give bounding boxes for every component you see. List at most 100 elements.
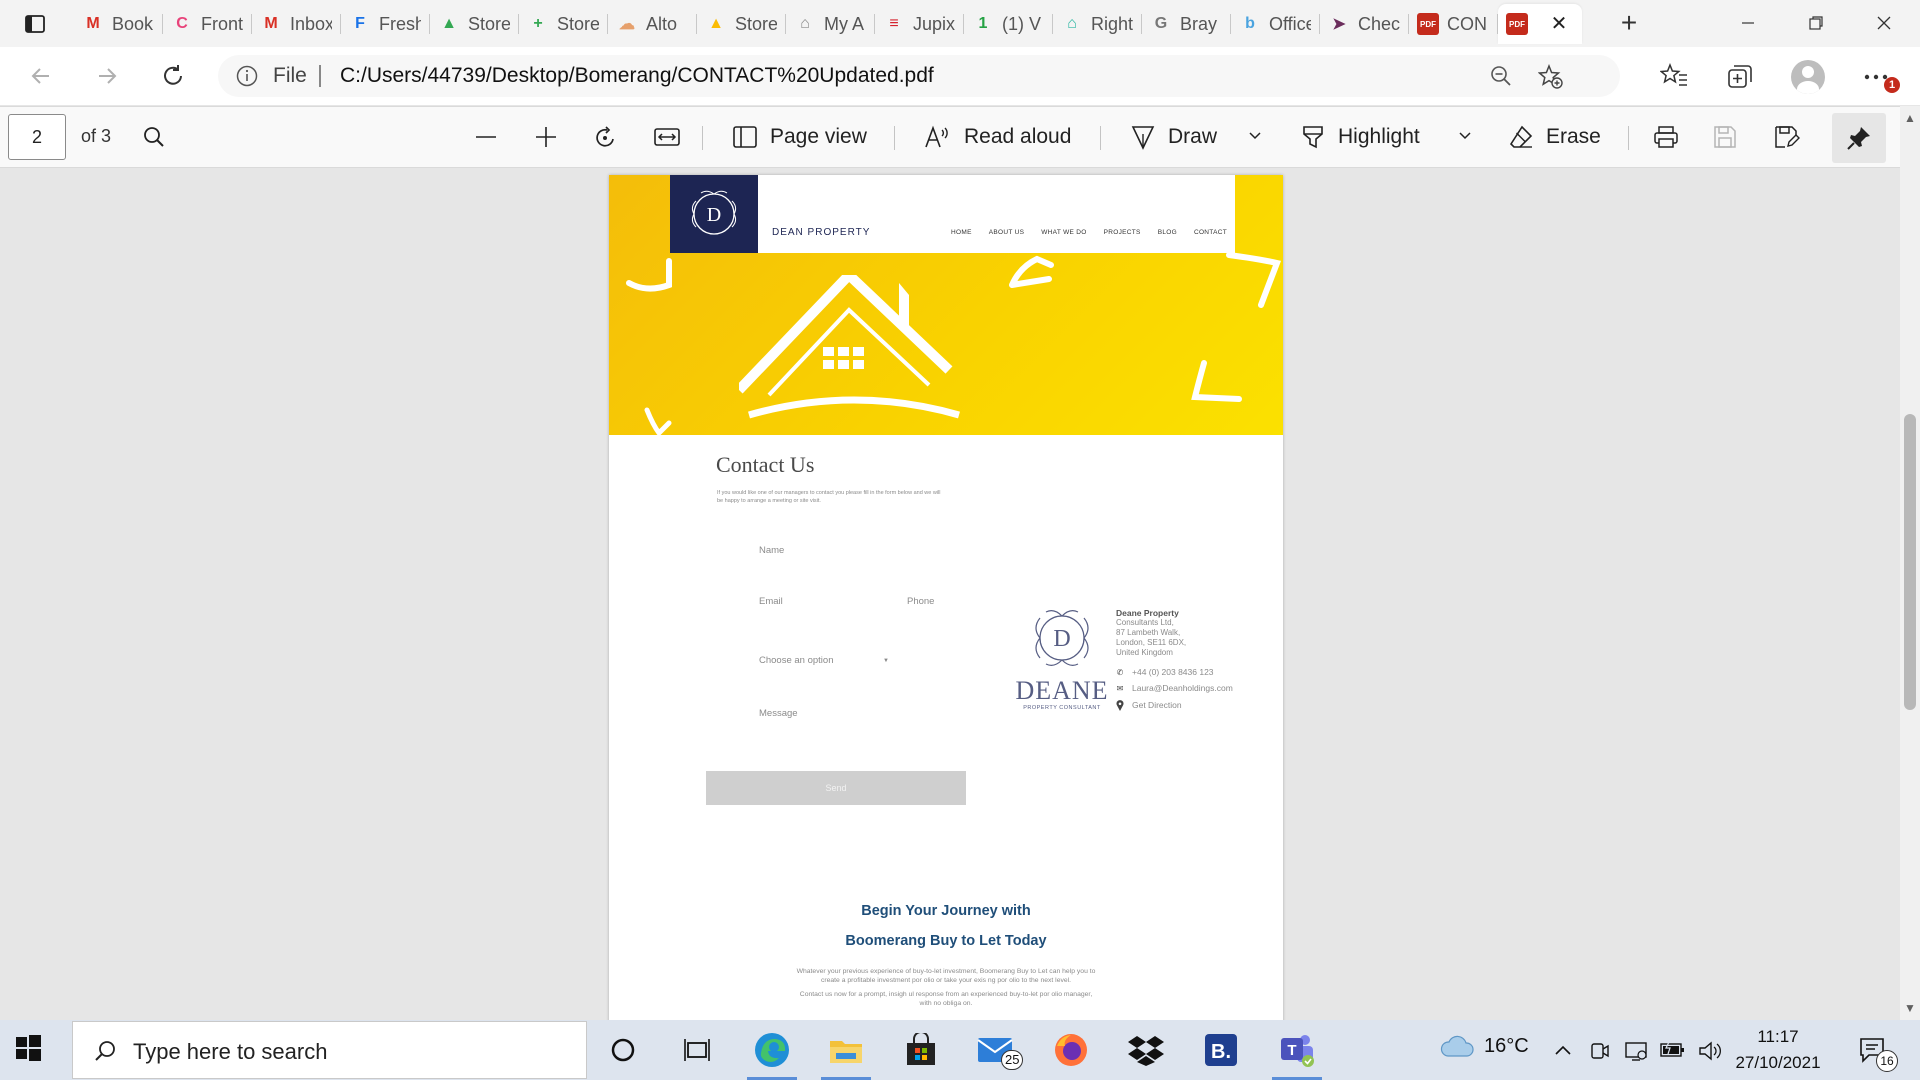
taskbar-dropbox[interactable]: [1109, 1020, 1183, 1080]
site-nav-home[interactable]: HOME: [951, 229, 972, 236]
search-icon[interactable]: [142, 125, 166, 149]
site-logo[interactable]: D: [670, 175, 758, 253]
taskbar-teams[interactable]: T: [1260, 1020, 1334, 1080]
close-tab-icon[interactable]: ✕: [1548, 13, 1570, 35]
site-nav: HOME ABOUT US WHAT WE DO PROJECTS BLOG C…: [951, 229, 1227, 236]
scroll-up-icon[interactable]: ▲: [1904, 112, 1916, 124]
more-menu-icon[interactable]: [1864, 74, 1888, 80]
browser-tab[interactable]: + Store: [519, 4, 608, 44]
site-nav-contact[interactable]: CONTACT: [1194, 229, 1227, 236]
vertical-scrollbar[interactable]: ▲ ▼: [1900, 106, 1920, 1020]
windows-start-icon[interactable]: [14, 1034, 42, 1062]
scroll-down-icon[interactable]: ▼: [1904, 1002, 1916, 1014]
display-sync-icon[interactable]: [1624, 1040, 1648, 1062]
info-icon[interactable]: [236, 65, 258, 87]
browser-tab[interactable]: b Office: [1231, 4, 1320, 44]
rotate-icon[interactable]: [592, 125, 618, 151]
email-field[interactable]: Email: [759, 596, 783, 607]
page-number-input[interactable]: 2: [8, 114, 66, 160]
browser-tab[interactable]: F Fresh: [341, 4, 430, 44]
favorites-icon[interactable]: [1660, 63, 1688, 89]
phone-field[interactable]: Phone: [907, 596, 934, 607]
taskbar-booking[interactable]: B.: [1184, 1020, 1258, 1080]
browser-tab[interactable]: 1 (1) V: [964, 4, 1053, 44]
restore-button[interactable]: [1788, 0, 1844, 46]
browser-tab[interactable]: C Front: [163, 4, 252, 44]
save-icon[interactable]: [1713, 125, 1737, 149]
browser-tab[interactable]: PDF CON: [1409, 4, 1498, 44]
pdf-viewer[interactable]: D DEAN PROPERTY HOME ABOUT US WHAT WE DO…: [0, 169, 1900, 1020]
taskbar-firefox[interactable]: [1034, 1020, 1108, 1080]
taskbar-mail[interactable]: 25: [959, 1020, 1033, 1080]
back-button[interactable]: [22, 57, 60, 95]
read-aloud-button[interactable]: Read aloud: [924, 119, 1071, 155]
site-nav-projects[interactable]: PROJECTS: [1104, 229, 1141, 236]
zoom-out-icon[interactable]: [1490, 65, 1512, 87]
refresh-button[interactable]: [154, 57, 192, 95]
browser-tab[interactable]: ▲ Store: [697, 4, 786, 44]
get-direction-link[interactable]: Get Direction: [1116, 699, 1182, 711]
browser-tab[interactable]: ▲ Store: [430, 4, 519, 44]
taskbar-edge[interactable]: [735, 1020, 809, 1080]
browser-tab[interactable]: ⌂ Right: [1053, 4, 1142, 44]
name-field[interactable]: Name: [759, 545, 784, 556]
system-clock[interactable]: 11:17 27/10/2021: [1728, 1024, 1828, 1076]
browser-tab[interactable]: M Inbox: [252, 4, 341, 44]
taskbar-search[interactable]: Type here to search: [72, 1021, 587, 1079]
volume-icon[interactable]: [1698, 1040, 1724, 1062]
forward-button[interactable]: [88, 57, 126, 95]
company-phone[interactable]: ✆ +44 (0) 203 8436 123: [1116, 666, 1214, 678]
pdf-icon: PDF: [1506, 13, 1528, 35]
scrollbar-thumb[interactable]: [1904, 414, 1916, 710]
pin-toolbar-button[interactable]: [1832, 113, 1886, 163]
meet-now-icon[interactable]: [1590, 1040, 1610, 1062]
collections-icon[interactable]: [1726, 63, 1754, 91]
eraser-icon: [1509, 125, 1533, 148]
option-select[interactable]: Choose an option ▼: [759, 655, 889, 671]
site-nav-about[interactable]: ABOUT US: [989, 229, 1025, 236]
edge-icon: [755, 1033, 789, 1067]
browser-tab[interactable]: ➤ Check: [1320, 4, 1409, 44]
browser-tab[interactable]: ⌂ My A: [786, 4, 875, 44]
tab-actions-button[interactable]: [14, 8, 56, 40]
address-bar[interactable]: File C:/Users/44739/Desktop/Bomerang/CON…: [218, 55, 1620, 97]
close-window-button[interactable]: [1856, 0, 1912, 46]
minimize-button[interactable]: [1720, 0, 1776, 46]
site-nav-what-we-do[interactable]: WHAT WE DO: [1041, 229, 1086, 236]
zoom-out-icon[interactable]: [474, 125, 498, 149]
profile-avatar[interactable]: [1791, 60, 1825, 94]
company-email[interactable]: ✉ Laura@Deanholdings.com: [1116, 682, 1233, 694]
browser-tab[interactable]: ☁ Alto: [608, 4, 697, 44]
erase-button[interactable]: Erase: [1508, 119, 1601, 155]
task-view-button[interactable]: [660, 1020, 734, 1080]
draw-options-chevron-icon[interactable]: [1248, 131, 1262, 141]
browser-tab[interactable]: M Book: [74, 4, 163, 44]
draw-button[interactable]: Draw: [1130, 119, 1217, 155]
firefox-icon: [1055, 1034, 1087, 1066]
add-favorite-icon[interactable]: [1538, 64, 1564, 90]
active-browser-tab[interactable]: PDF ✕: [1498, 4, 1582, 44]
highlight-button[interactable]: Highlight: [1300, 119, 1420, 155]
new-tab-button[interactable]: +: [1611, 8, 1647, 40]
url-text[interactable]: C:/Users/44739/Desktop/Bomerang/CONTACT%…: [340, 64, 934, 88]
battery-icon[interactable]: [1660, 1040, 1686, 1060]
save-as-icon[interactable]: [1774, 125, 1800, 149]
toolbar-separator: [1100, 126, 1101, 150]
taskbar-store[interactable]: [884, 1020, 958, 1080]
highlight-options-chevron-icon[interactable]: [1458, 131, 1472, 141]
browser-tab[interactable]: ≡ Jupix: [875, 4, 964, 44]
print-icon[interactable]: [1653, 125, 1679, 149]
taskbar-file-explorer[interactable]: [809, 1020, 883, 1080]
cortana-button[interactable]: [586, 1020, 660, 1080]
browser-tab-title: Office: [1269, 13, 1311, 34]
front-icon: C: [176, 15, 188, 32]
site-nav-blog[interactable]: BLOG: [1158, 229, 1177, 236]
send-button[interactable]: Send: [706, 771, 966, 805]
message-field[interactable]: Message: [759, 708, 798, 719]
chevron-up-icon[interactable]: [1554, 1044, 1572, 1056]
browser-tab[interactable]: G Bray: [1142, 4, 1231, 44]
page-view-button[interactable]: Page view: [732, 119, 867, 155]
weather-widget[interactable]: 16°C: [1440, 1034, 1529, 1058]
zoom-in-icon[interactable]: [534, 125, 558, 149]
fit-width-icon[interactable]: [654, 125, 680, 149]
